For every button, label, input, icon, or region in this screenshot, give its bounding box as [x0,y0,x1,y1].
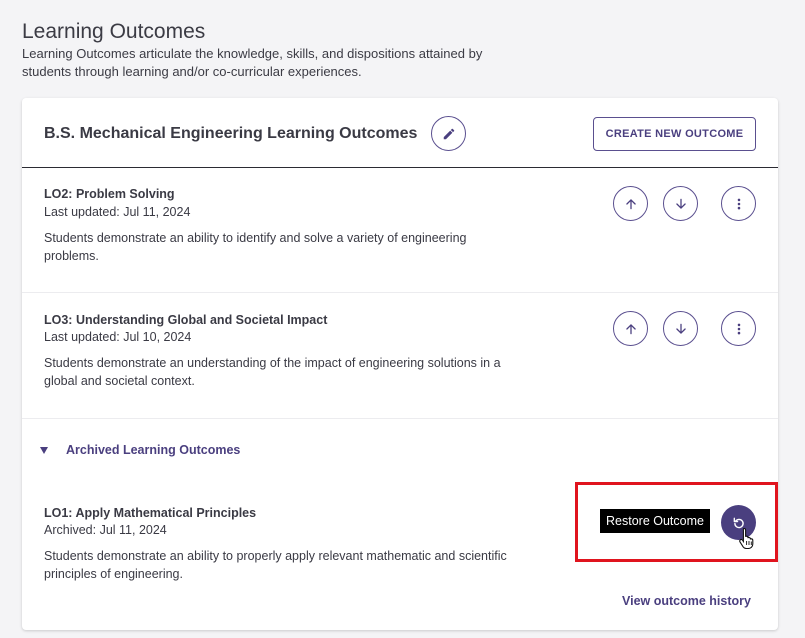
page: Learning Outcomes Learning Outcomes arti… [0,0,805,638]
outcome-date: Last updated: Jul 11, 2024 [44,205,191,219]
highlight-box [575,482,778,562]
archived-outcomes-toggle[interactable]: Archived Learning Outcomes [40,443,240,457]
outcome-title: LO1: Apply Mathematical Principles [44,506,257,520]
arrow-down-icon [675,198,686,209]
outcome-description: Students demonstrate an ability to prope… [44,549,507,581]
more-options-button[interactable] [721,311,756,346]
outcome-date: Archived: Jul 11, 2024 [44,523,167,537]
move-down-button[interactable] [663,186,698,221]
outcome-title: LO3: Understanding Global and Societal I… [44,313,328,327]
more-vertical-icon [737,198,740,209]
move-down-button[interactable] [663,311,698,346]
move-up-button[interactable] [613,186,648,221]
caret-down-icon [40,446,48,454]
outcome-title: LO2: Problem Solving [44,187,175,201]
more-options-button[interactable] [721,186,756,221]
arrow-up-icon [625,198,636,209]
create-new-outcome-button[interactable]: CREATE NEW OUTCOME [593,117,756,151]
archived-outcomes-label: Archived Learning Outcomes [66,443,241,457]
outcome-item: LO2: Problem Solving Last updated: Jul 1… [22,168,778,293]
arrow-up-icon [625,323,636,334]
move-up-button[interactable] [613,311,648,346]
edit-title-button[interactable] [431,116,466,151]
page-description: Learning Outcomes articulate the knowled… [22,46,483,79]
pencil-icon [443,128,454,139]
outcome-description: Students demonstrate an ability to ident… [44,231,467,263]
page-title: Learning Outcomes [22,20,206,43]
more-vertical-icon [737,323,740,334]
view-outcome-history-link[interactable]: View outcome history [622,594,751,608]
outcome-date: Last updated: Jul 10, 2024 [44,330,192,344]
card-title: B.S. Mechanical Engineering Learning Out… [44,125,418,142]
arrow-down-icon [675,323,686,334]
card-header: B.S. Mechanical Engineering Learning Out… [22,98,778,168]
outcome-item: LO3: Understanding Global and Societal I… [22,293,778,419]
outcome-description: Students demonstrate an understanding of… [44,356,501,388]
